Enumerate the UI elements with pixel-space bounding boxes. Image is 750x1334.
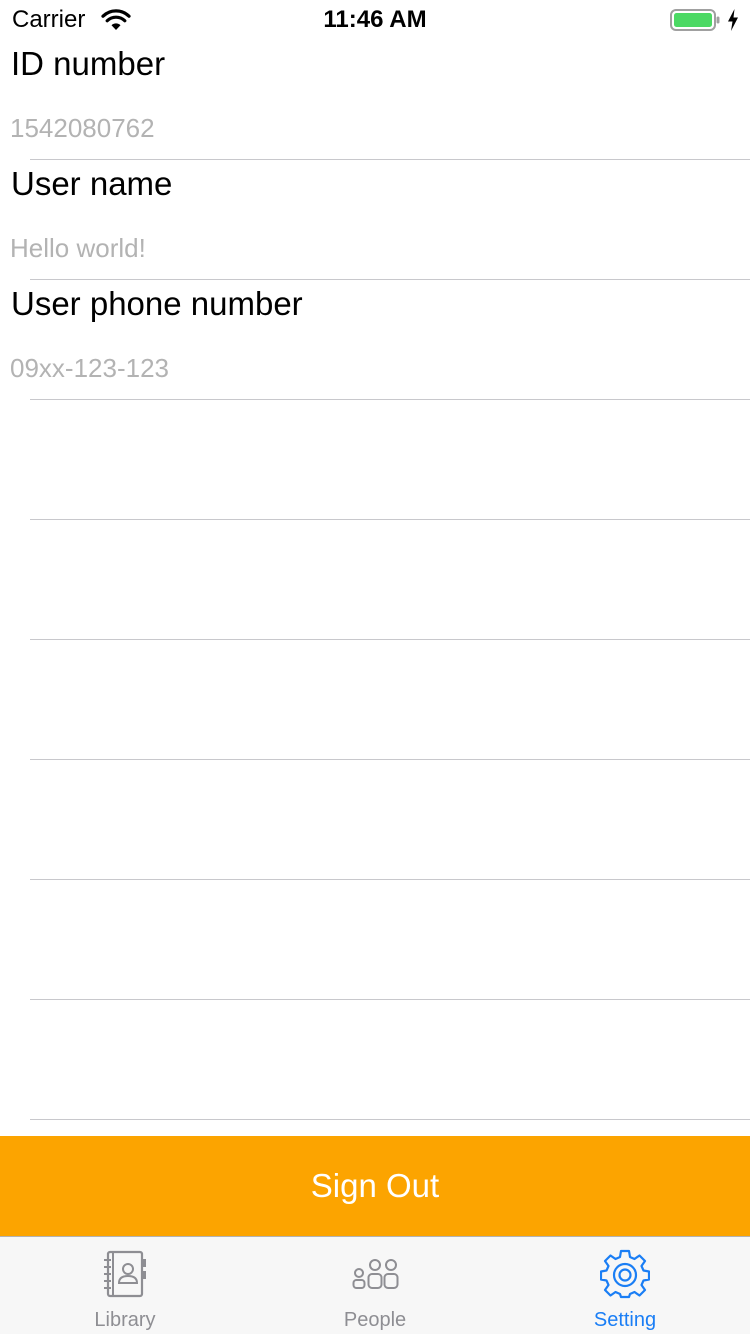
settings-screen: Carrier 11:46 AM ID number User name Use… [0, 0, 750, 1334]
clock: 11:46 AM [323, 6, 427, 33]
empty-row-separator [30, 1119, 750, 1120]
tab-people[interactable]: People [250, 1237, 500, 1334]
tab-people-label: People [343, 1309, 407, 1331]
user-name-input[interactable] [10, 228, 710, 268]
battery-icon [670, 9, 720, 31]
id-number-label: ID number [11, 45, 166, 82]
tab-setting-label: Setting [593, 1309, 657, 1331]
tab-library-label: Library [94, 1309, 156, 1331]
id-number-input[interactable] [10, 108, 710, 148]
empty-row-separator [30, 639, 750, 640]
empty-row-separator [30, 879, 750, 880]
user-phone-field: User phone number [0, 280, 750, 400]
empty-row-separator [30, 999, 750, 1000]
field-divider [30, 399, 750, 400]
gear-icon [600, 1249, 650, 1299]
people-group-icon [352, 1259, 399, 1289]
user-phone-input[interactable] [10, 348, 710, 388]
empty-row-separator [30, 759, 750, 760]
tab-setting[interactable]: Setting [500, 1237, 750, 1334]
id-number-field: ID number [0, 40, 750, 160]
user-name-label: User name [11, 165, 173, 202]
tab-library[interactable]: Library [0, 1237, 250, 1334]
user-phone-label: User phone number [11, 285, 303, 322]
contact-book-icon [104, 1250, 146, 1298]
user-name-field: User name [0, 160, 750, 280]
tab-bar: Library People Setting [0, 1236, 750, 1334]
sign-out-button[interactable]: Sign Out [0, 1136, 750, 1236]
charging-bolt-icon [728, 9, 738, 31]
status-bar: Carrier 11:46 AM [0, 0, 750, 40]
empty-row-separator [30, 519, 750, 520]
